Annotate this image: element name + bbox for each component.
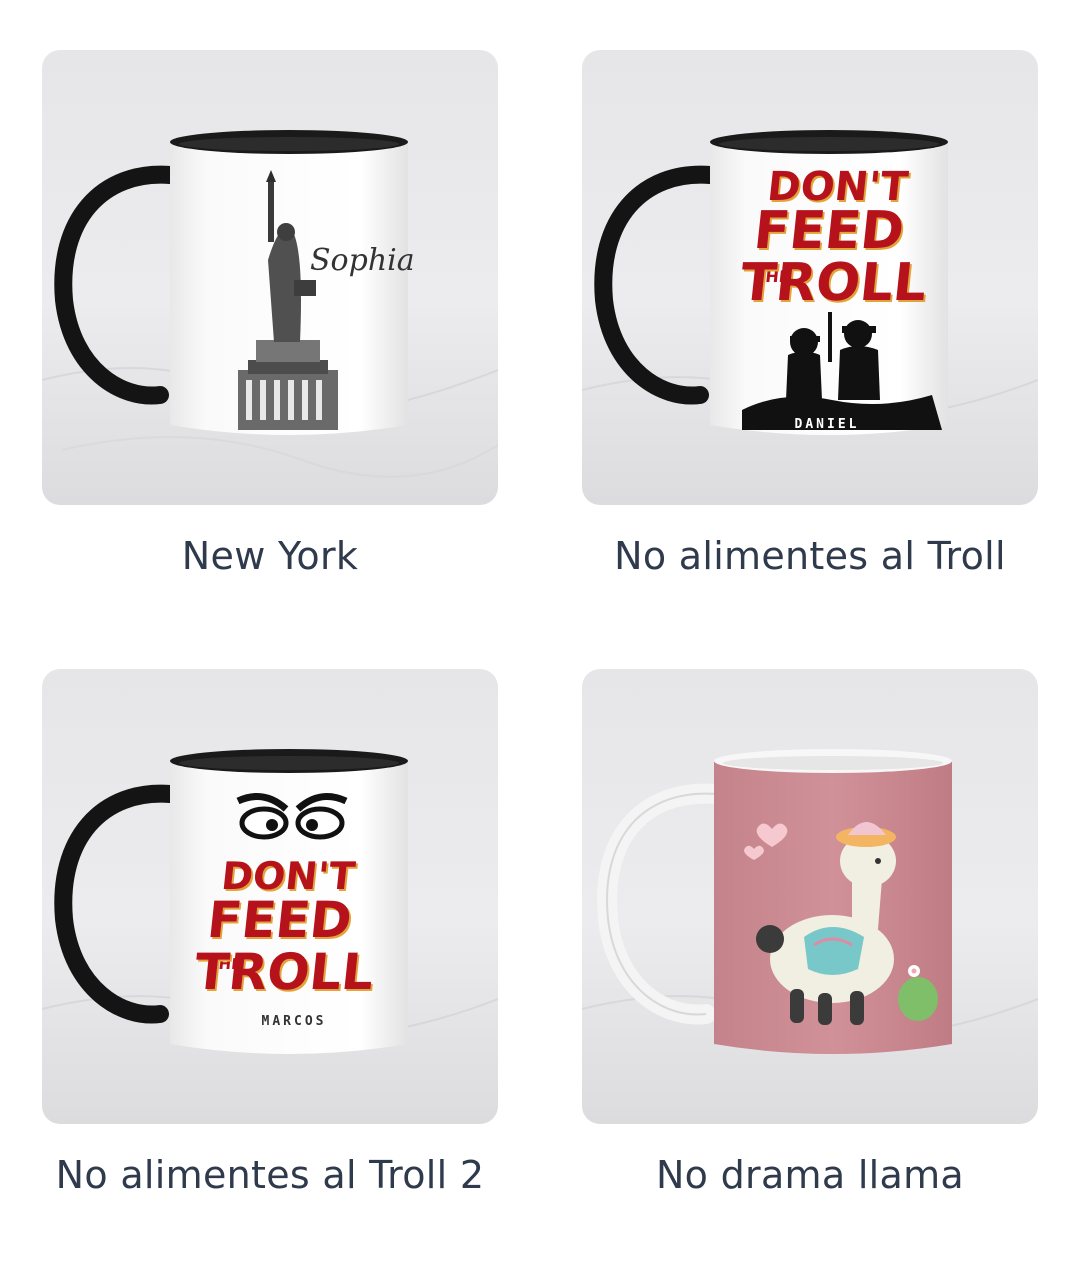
svg-text:TROLL: TROLL: [192, 942, 377, 1001]
product-card-no-alimentes-al-troll-2[interactable]: DON'T DON'T FEED FEED THE TROLL TROLL MA…: [42, 669, 498, 1288]
mug-troll-image: DON'T DON'T FEED FEED THE TROLL TROLL DA…: [582, 50, 1038, 505]
svg-text:FEED: FEED: [205, 890, 355, 949]
mug-new-york-image: Sophia: [42, 50, 498, 505]
product-image-new-york[interactable]: Sophia: [42, 50, 498, 505]
design-text-sophia: Sophia: [310, 243, 415, 278]
product-image-no-alimentes-al-troll[interactable]: DON'T DON'T FEED FEED THE TROLL TROLL DA…: [582, 50, 1038, 505]
svg-text:DANIEL: DANIEL: [795, 417, 860, 432]
product-card-new-york[interactable]: Sophia New York: [42, 50, 498, 669]
product-name[interactable]: No drama llama: [656, 1152, 964, 1198]
product-image-no-alimentes-al-troll-2[interactable]: DON'T DON'T FEED FEED THE TROLL TROLL MA…: [42, 669, 498, 1124]
product-card-no-alimentes-al-troll[interactable]: DON'T DON'T FEED FEED THE TROLL TROLL DA…: [582, 50, 1038, 669]
product-name[interactable]: New York: [182, 533, 358, 579]
mug-troll-2-image: DON'T DON'T FEED FEED THE TROLL TROLL MA…: [42, 669, 498, 1124]
svg-text:MARCOS: MARCOS: [262, 1014, 327, 1029]
product-name[interactable]: No alimentes al Troll: [614, 533, 1006, 579]
product-grid: Sophia New York DON'T DON'T FEED FEED TH…: [42, 50, 1038, 1288]
svg-text:TROLL: TROLL: [737, 253, 929, 313]
product-name[interactable]: No alimentes al Troll 2: [56, 1152, 485, 1198]
product-image-no-drama-llama[interactable]: [582, 669, 1038, 1124]
svg-text:FEED: FEED: [751, 201, 907, 261]
product-card-no-drama-llama[interactable]: No drama llama: [582, 669, 1038, 1288]
mug-llama-image: [582, 669, 1038, 1124]
